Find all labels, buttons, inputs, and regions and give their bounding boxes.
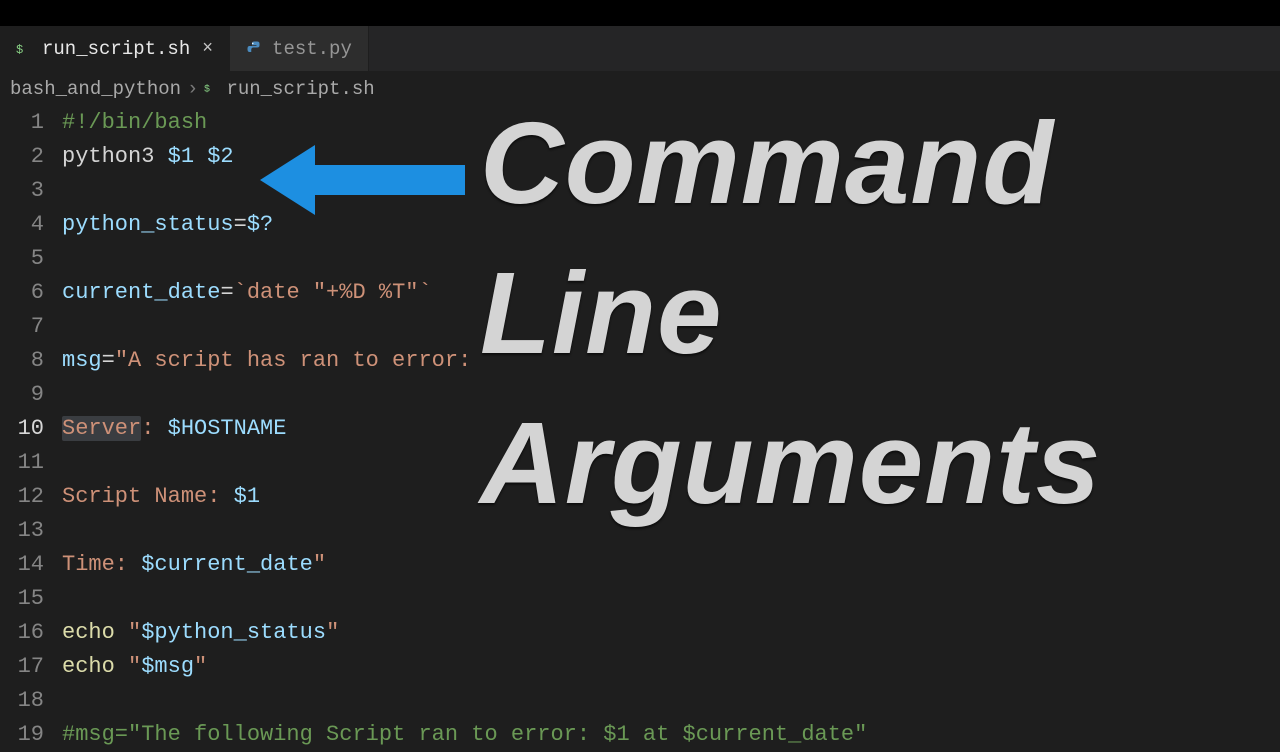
breadcrumb[interactable]: bash_and_python › $ run_script.sh <box>0 72 1280 106</box>
code-line[interactable]: Time: $current_date" <box>62 548 1280 582</box>
code-line[interactable] <box>62 446 1280 480</box>
tab-label: run_script.sh <box>42 38 190 60</box>
code-line[interactable]: echo "$python_status" <box>62 616 1280 650</box>
line-number: 2 <box>0 140 44 174</box>
code-line[interactable]: #msg="The following Script ran to error:… <box>62 718 1280 752</box>
line-number: 19 <box>0 718 44 752</box>
code-line[interactable]: echo "$msg" <box>62 650 1280 684</box>
code-content[interactable]: #!/bin/bashpython3 $1 $2 python_status=$… <box>62 106 1280 752</box>
code-line[interactable]: current_date=`date "+%D %T"` <box>62 276 1280 310</box>
python-file-icon <box>246 40 264 58</box>
code-line[interactable]: Server: $HOSTNAME <box>62 412 1280 446</box>
tab-bar: $ run_script.sh × test.py <box>0 26 1280 72</box>
chevron-right-icon: › <box>187 78 198 100</box>
line-number: 7 <box>0 310 44 344</box>
code-line[interactable] <box>62 514 1280 548</box>
line-number: 10 <box>0 412 44 446</box>
code-line[interactable] <box>62 174 1280 208</box>
tab-run-script[interactable]: $ run_script.sh × <box>0 26 230 71</box>
bash-file-icon: $ <box>16 40 34 58</box>
breadcrumb-file: run_script.sh <box>226 78 374 100</box>
window-topbar <box>0 0 1280 26</box>
line-number: 6 <box>0 276 44 310</box>
code-line[interactable]: python_status=$? <box>62 208 1280 242</box>
code-line[interactable]: Script Name: $1 <box>62 480 1280 514</box>
line-number: 18 <box>0 684 44 718</box>
code-line[interactable]: msg="A script has ran to error: <box>62 344 1280 378</box>
line-number-gutter: 12345678910111213141516171819 <box>0 106 62 752</box>
line-number: 11 <box>0 446 44 480</box>
line-number: 17 <box>0 650 44 684</box>
line-number: 12 <box>0 480 44 514</box>
code-line[interactable] <box>62 582 1280 616</box>
line-number: 8 <box>0 344 44 378</box>
code-line[interactable] <box>62 242 1280 276</box>
line-number: 4 <box>0 208 44 242</box>
line-number: 13 <box>0 514 44 548</box>
bash-file-icon: $ <box>204 81 220 97</box>
code-line[interactable]: #!/bin/bash <box>62 106 1280 140</box>
svg-text:$: $ <box>16 42 23 56</box>
tab-label: test.py <box>272 38 352 60</box>
code-line[interactable] <box>62 310 1280 344</box>
line-number: 9 <box>0 378 44 412</box>
tab-test-py[interactable]: test.py <box>230 26 369 71</box>
line-number: 1 <box>0 106 44 140</box>
svg-text:$: $ <box>204 84 210 96</box>
breadcrumb-folder: bash_and_python <box>10 78 181 100</box>
code-line[interactable] <box>62 684 1280 718</box>
code-editor[interactable]: 12345678910111213141516171819 #!/bin/bas… <box>0 106 1280 752</box>
line-number: 3 <box>0 174 44 208</box>
code-line[interactable]: python3 $1 $2 <box>62 140 1280 174</box>
code-line[interactable] <box>62 378 1280 412</box>
line-number: 15 <box>0 582 44 616</box>
line-number: 5 <box>0 242 44 276</box>
line-number: 16 <box>0 616 44 650</box>
line-number: 14 <box>0 548 44 582</box>
close-icon[interactable]: × <box>202 39 213 59</box>
